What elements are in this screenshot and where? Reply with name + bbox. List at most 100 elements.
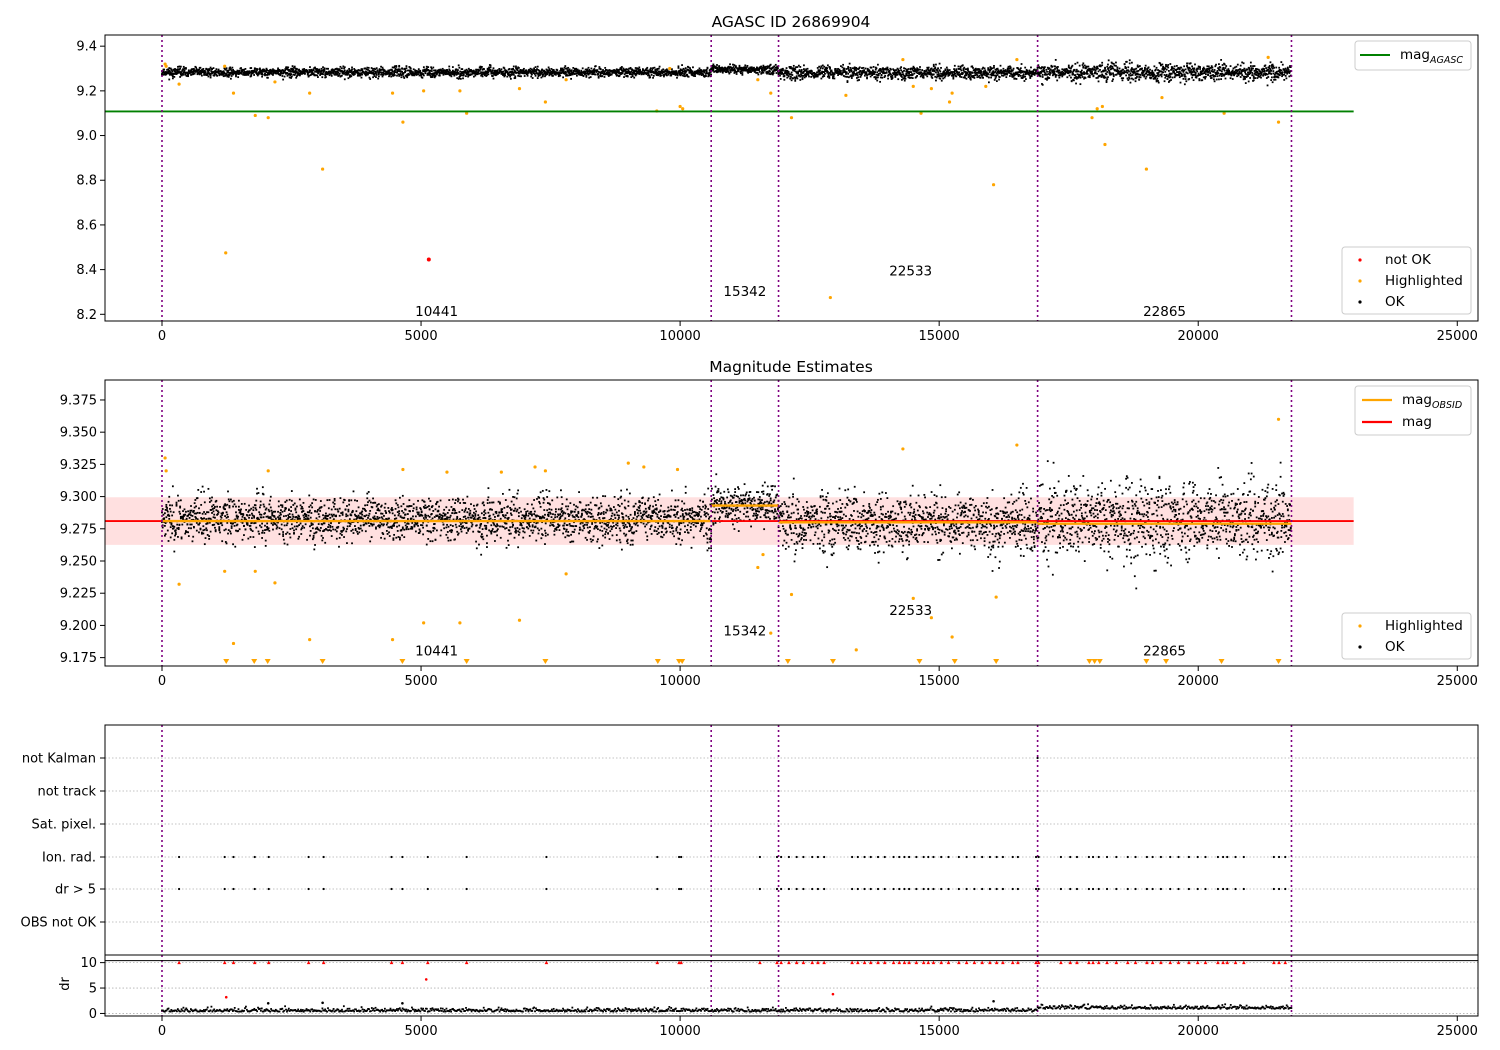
ok-point <box>487 73 490 76</box>
ok-point <box>763 69 766 72</box>
ok-point <box>198 531 200 534</box>
ok-point <box>1275 66 1278 69</box>
ok-point <box>1153 65 1156 68</box>
ok-point <box>531 77 534 79</box>
highlighted-point <box>947 100 952 104</box>
ok-point <box>178 510 181 513</box>
ok-point <box>890 68 892 71</box>
ok-point <box>1167 64 1170 66</box>
ok-point <box>1070 67 1072 70</box>
ok-point <box>163 512 166 515</box>
ok-point <box>1229 77 1232 80</box>
ok-point <box>1104 67 1106 70</box>
ok-point <box>1233 74 1236 77</box>
ok-point <box>779 74 781 77</box>
ok-point <box>183 508 186 511</box>
ok-point <box>676 76 678 79</box>
ok-point <box>514 77 517 79</box>
ok-point <box>698 67 701 70</box>
ok-point <box>203 517 205 520</box>
ok-point <box>215 68 218 71</box>
ok-point <box>403 77 406 79</box>
x-tick-label: 25000 <box>1437 329 1478 344</box>
ok-point <box>796 77 799 80</box>
ok-point <box>398 65 401 68</box>
ok-point <box>512 65 515 68</box>
y-ticks: 8.28.48.68.89.09.29.4 <box>76 40 105 323</box>
ok-point <box>424 72 427 75</box>
ok-point <box>1212 78 1215 81</box>
ok-point <box>1107 59 1110 62</box>
ok-point <box>1171 76 1174 79</box>
ok-point <box>769 63 772 66</box>
ok-point <box>1084 77 1087 79</box>
ok-point <box>206 529 208 532</box>
ok-point <box>939 70 942 73</box>
ok-point <box>1144 77 1147 80</box>
ok-point <box>1237 74 1240 77</box>
ok-point <box>266 76 269 79</box>
ok-point <box>1220 70 1223 73</box>
ok-point <box>1107 63 1109 66</box>
ok-point <box>1213 80 1216 83</box>
ok-point <box>171 485 174 488</box>
ok-point <box>939 77 942 80</box>
ok-point <box>979 76 982 79</box>
ok-point <box>811 70 813 73</box>
ok-point <box>774 63 777 66</box>
ok-point <box>1225 65 1228 67</box>
ok-point <box>880 74 883 77</box>
ok-point <box>1039 75 1042 78</box>
ok-point <box>783 74 786 77</box>
ok-point <box>945 66 948 69</box>
ok-point <box>492 77 495 80</box>
ok-point <box>681 64 683 66</box>
ok-point <box>198 512 201 514</box>
ok-point <box>1115 61 1117 64</box>
ok-point <box>293 65 296 68</box>
ok-point <box>1269 61 1272 64</box>
x-tick-label: 15000 <box>918 329 959 344</box>
ok-point <box>1112 78 1114 81</box>
ok-point <box>198 522 201 525</box>
ok-point <box>937 73 940 75</box>
ok-point <box>1041 83 1044 86</box>
ok-point <box>1242 62 1245 65</box>
ok-point <box>207 75 210 78</box>
ok-point <box>1045 68 1048 71</box>
ok-point <box>746 65 749 67</box>
highlighted-point <box>164 64 168 68</box>
ok-point <box>1260 76 1262 79</box>
ok-point <box>1106 78 1109 80</box>
ok-point <box>980 71 983 73</box>
highlighted-point <box>564 78 568 82</box>
ok-point <box>203 511 205 513</box>
ok-point <box>758 69 760 71</box>
ok-point <box>990 76 992 79</box>
ok-point <box>1178 74 1180 77</box>
ok-point <box>1157 80 1159 82</box>
ok-point <box>594 73 597 76</box>
ok-point <box>842 63 845 66</box>
ok-point <box>367 66 370 69</box>
y-tick-label: 8.4 <box>76 263 97 278</box>
ok-point <box>434 75 437 78</box>
ok-point <box>803 64 805 67</box>
ok-point <box>1096 72 1098 75</box>
ok-point <box>1135 67 1138 70</box>
ok-point <box>885 71 888 74</box>
ok-point <box>434 69 437 72</box>
ok-point <box>1107 76 1109 79</box>
ok-point <box>779 78 782 80</box>
ok-point <box>556 69 559 72</box>
ok-point <box>187 535 190 537</box>
ok-point <box>599 68 602 71</box>
ok-point <box>432 66 435 69</box>
ok-point <box>517 67 520 69</box>
ok-point <box>594 65 597 67</box>
ok-point <box>541 75 544 78</box>
ok-point <box>590 67 593 70</box>
ok-point <box>422 66 425 69</box>
highlighted-point <box>401 120 405 124</box>
ok-point <box>758 71 761 73</box>
